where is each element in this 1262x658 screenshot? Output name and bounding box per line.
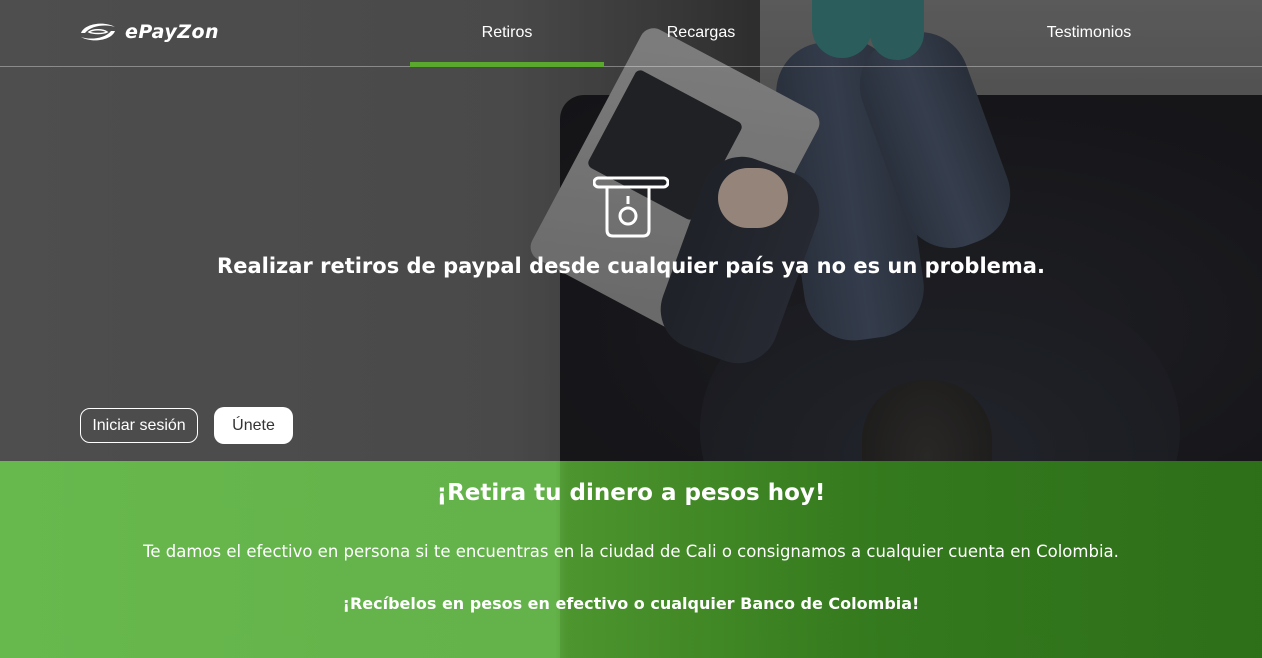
nav-item-recargas[interactable]: Recargas [604,0,798,66]
top-navbar: ePayZon Retiros Recargas Testimonios [0,0,1262,67]
promo-description: Te damos el efectivo en persona si te en… [143,542,1119,561]
promo-cta: ¡Recíbelos en pesos en efectivo o cualqu… [342,594,920,613]
atm-withdraw-icon [593,176,669,238]
hero-section: ePayZon Retiros Recargas Testimonios Rea… [0,0,1262,658]
promo-title: ¡Retira tu dinero a pesos hoy! [436,480,826,506]
brand-logo[interactable]: ePayZon [79,18,219,46]
nav-item-retiros[interactable]: Retiros [410,0,604,67]
nav-item-testimonios[interactable]: Testimonios [992,0,1186,66]
join-button[interactable]: Únete [214,407,293,444]
epayzon-swoosh-icon [81,23,115,41]
login-button[interactable]: Iniciar sesión [80,408,198,443]
brand-name: ePayZon [125,21,220,43]
hero-headline: Realizar retiros de paypal desde cualqui… [217,254,1045,278]
